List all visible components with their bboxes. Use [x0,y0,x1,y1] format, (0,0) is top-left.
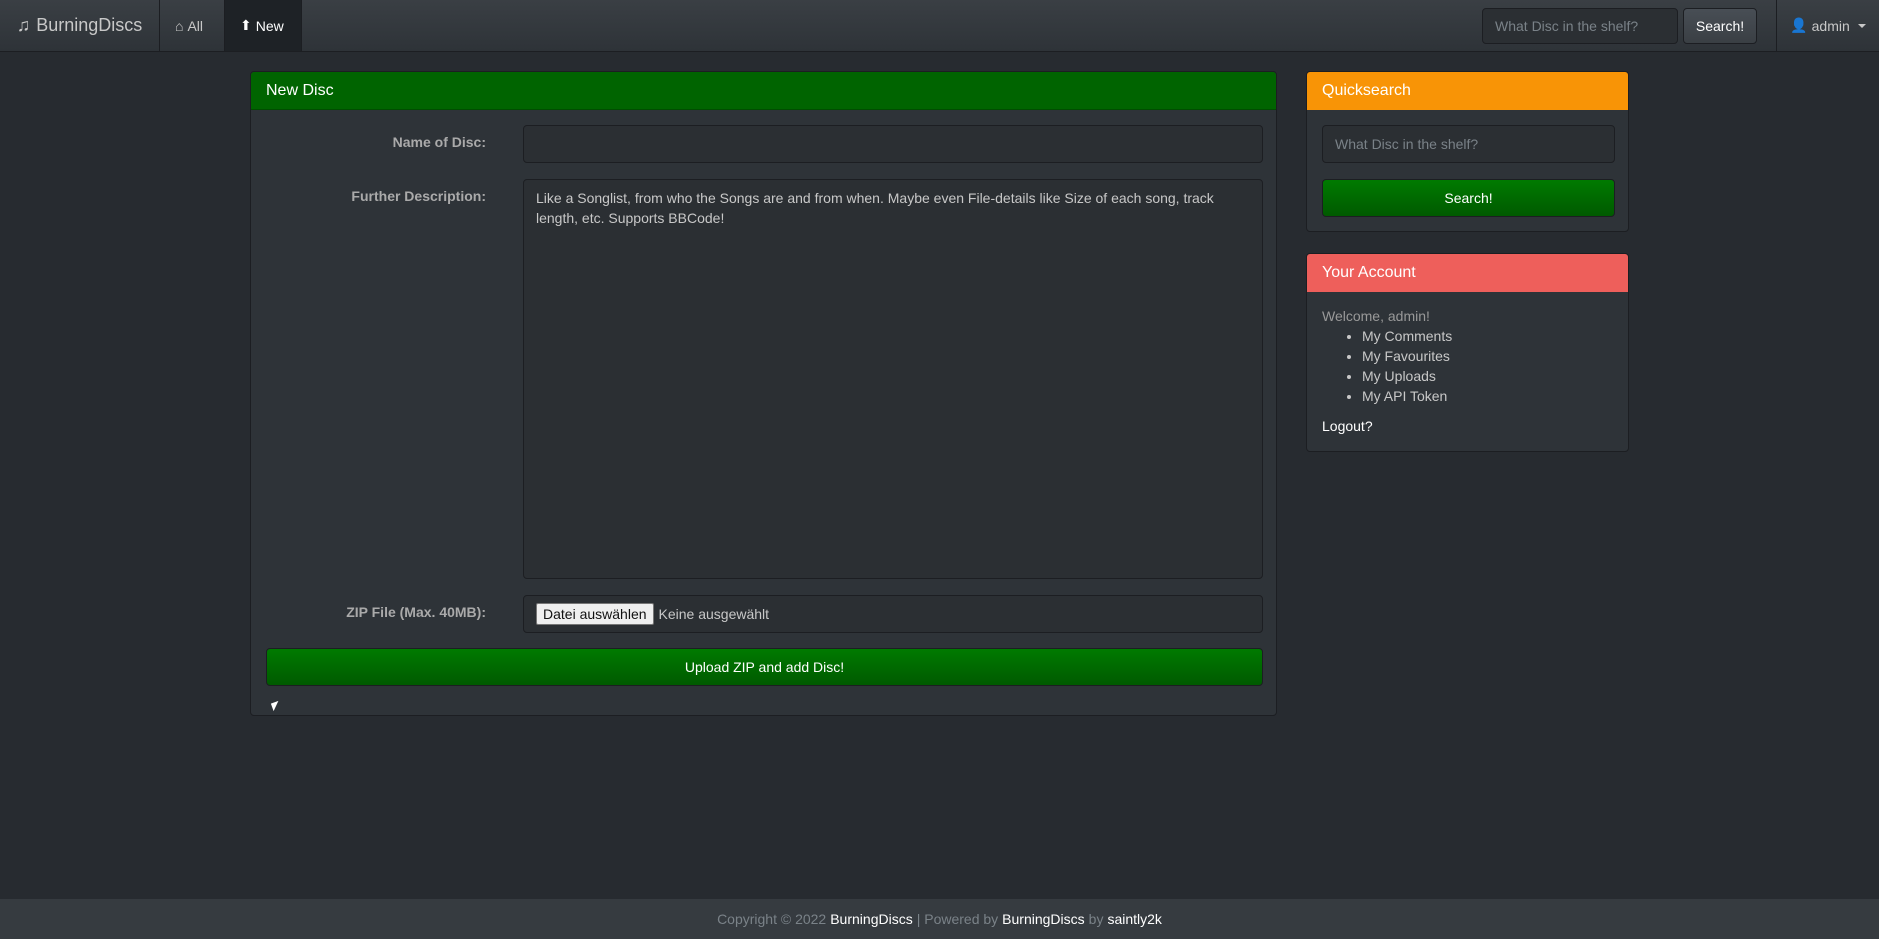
user-icon: 👤 [1790,17,1808,33]
welcome-text: Welcome, admin! [1322,308,1430,324]
nav-search-placeholder: What Disc in the shelf? [1495,18,1639,34]
upload-submit-button[interactable]: Upload ZIP and add Disc! [266,648,1263,686]
brand-label: BurningDiscs [36,15,143,35]
user-menu[interactable]: 👤 admin [1776,0,1879,51]
footer-powered-link[interactable]: BurningDiscs [1002,911,1084,927]
music-note-icon: ♫ [16,15,31,35]
zip-file-input[interactable]: Datei auswählen Keine ausgewählt [523,595,1263,633]
caret-down-icon [1857,23,1866,28]
footer-by: by [1088,911,1104,927]
quicksearch-placeholder: What Disc in the shelf? [1335,136,1479,152]
link-my-favourites[interactable]: My Favourites [1362,346,1613,366]
nav-new[interactable]: ⬆ New [225,0,302,51]
link-my-comments[interactable]: My Comments [1362,326,1613,346]
home-icon: ⌂ [175,17,184,34]
name-label: Name of Disc: [392,134,486,150]
account-panel: Your Account Welcome, admin! My Comments… [1306,253,1629,452]
upload-icon: ⬆ [240,17,252,33]
account-links: My Comments My Favourites My Uploads My … [1322,326,1613,406]
nav-all[interactable]: ⌂ All [160,0,225,51]
user-menu-label: admin [1811,17,1850,34]
link-my-uploads[interactable]: My Uploads [1362,366,1613,386]
footer-author-link[interactable]: saintly2k [1107,911,1161,927]
file-status: Keine ausgewählt [658,606,770,622]
account-body: Welcome, admin! My Comments My Favourite… [1307,292,1628,450]
description-placeholder: Like a Songlist, from who the Songs are … [536,190,1214,226]
quicksearch-panel: Quicksearch What Disc in the shelf? Sear… [1306,71,1629,232]
nav-search-input[interactable]: What Disc in the shelf? [1482,8,1678,44]
quicksearch-input[interactable]: What Disc in the shelf? [1322,125,1615,163]
new-disc-panel: New Disc Name of Disc: Further Descripti… [250,71,1277,716]
zip-label: ZIP File (Max. 40MB): [346,604,486,620]
brand-link[interactable]: ♫ BurningDiscs [0,0,160,51]
footer-site-link[interactable]: BurningDiscs [830,911,912,927]
footer-copyright: Copyright © 2022 [717,911,827,927]
footer-separator: | Powered by [916,911,999,927]
nav-all-label: All [187,17,204,34]
disc-name-input[interactable] [523,125,1263,163]
description-label: Further Description: [351,188,486,204]
description-textarea[interactable]: Like a Songlist, from who the Songs are … [523,179,1263,579]
account-title: Your Account [1307,254,1628,292]
choose-file-button[interactable]: Datei auswählen [536,603,654,625]
nav-new-label: New [255,17,284,34]
nav-search-button[interactable]: Search! [1683,8,1757,44]
new-disc-title: New Disc [251,72,1276,110]
logout-link[interactable]: Logout? [1322,416,1613,436]
navbar: ♫ BurningDiscs ⌂ All ⬆ New What Disc in … [0,0,1879,52]
quicksearch-title: Quicksearch [1307,72,1628,110]
footer: Copyright © 2022 BurningDiscs | Powered … [0,899,1879,939]
quicksearch-button[interactable]: Search! [1322,179,1615,217]
link-my-api-token[interactable]: My API Token [1362,386,1613,406]
